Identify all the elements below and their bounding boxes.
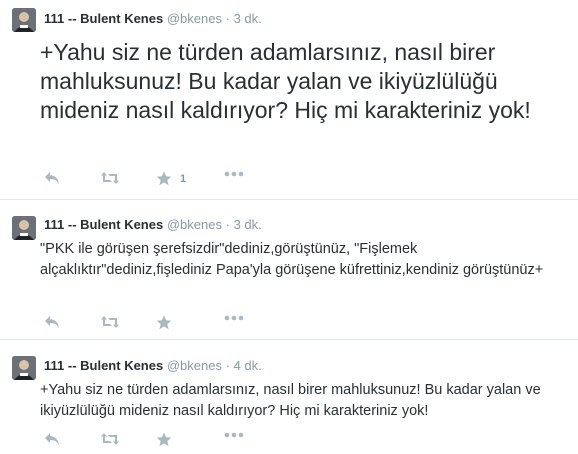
tweet-text: +Yahu siz ne türden adamlarsınız, nasıl … xyxy=(40,39,531,123)
author-handle[interactable]: @bkenes xyxy=(167,11,222,26)
reply-icon[interactable] xyxy=(44,171,60,185)
more-icon[interactable] xyxy=(224,315,244,321)
retweet-icon[interactable] xyxy=(100,432,120,446)
tweet-header: 111 -- Bulent Kenes @bkenes · 4 dk. xyxy=(44,357,262,375)
tweet[interactable]: 111 -- Bulent Kenes @bkenes · 3 dk. +Yah… xyxy=(0,0,578,200)
retweet-icon[interactable] xyxy=(100,171,120,185)
avatar[interactable] xyxy=(12,216,36,240)
author-name[interactable]: 111 -- Bulent Kenes xyxy=(44,217,163,232)
more-icon[interactable] xyxy=(224,432,244,438)
more-icon[interactable] xyxy=(224,171,244,177)
author-name[interactable]: 111 -- Bulent Kenes xyxy=(44,358,163,373)
separator: · xyxy=(225,11,230,26)
author-handle[interactable]: @bkenes xyxy=(167,217,222,232)
tweet-text: +Yahu siz ne türden adamlarsınız, nasıl … xyxy=(40,382,541,419)
tweet-header: 111 -- Bulent Kenes @bkenes · 3 dk. xyxy=(44,216,262,234)
star-icon[interactable] xyxy=(156,315,172,330)
separator: · xyxy=(225,358,230,373)
author-handle[interactable]: @bkenes xyxy=(167,358,222,373)
favorite-count: 1 xyxy=(180,172,187,185)
timestamp[interactable]: 3 dk. xyxy=(234,11,262,26)
timestamp[interactable]: 4 dk. xyxy=(234,358,262,373)
tweet-timeline: 111 -- Bulent Kenes @bkenes · 3 dk. +Yah… xyxy=(0,0,578,454)
author-name[interactable]: 111 -- Bulent Kenes xyxy=(44,11,163,26)
retweet-icon[interactable] xyxy=(100,315,120,329)
avatar[interactable] xyxy=(12,356,36,380)
favorite-action[interactable]: 1 xyxy=(156,171,186,186)
tweet-header: 111 -- Bulent Kenes @bkenes · 3 dk. xyxy=(44,10,262,28)
star-icon xyxy=(156,171,172,186)
reply-icon[interactable] xyxy=(44,315,60,329)
star-icon[interactable] xyxy=(156,432,172,447)
avatar[interactable] xyxy=(12,8,36,32)
separator: · xyxy=(225,217,230,232)
tweet-text: "PKK ile görüşen şerefsizdir"dediniz,gör… xyxy=(40,241,544,278)
reply-icon[interactable] xyxy=(44,432,60,446)
timestamp[interactable]: 3 dk. xyxy=(234,217,262,232)
